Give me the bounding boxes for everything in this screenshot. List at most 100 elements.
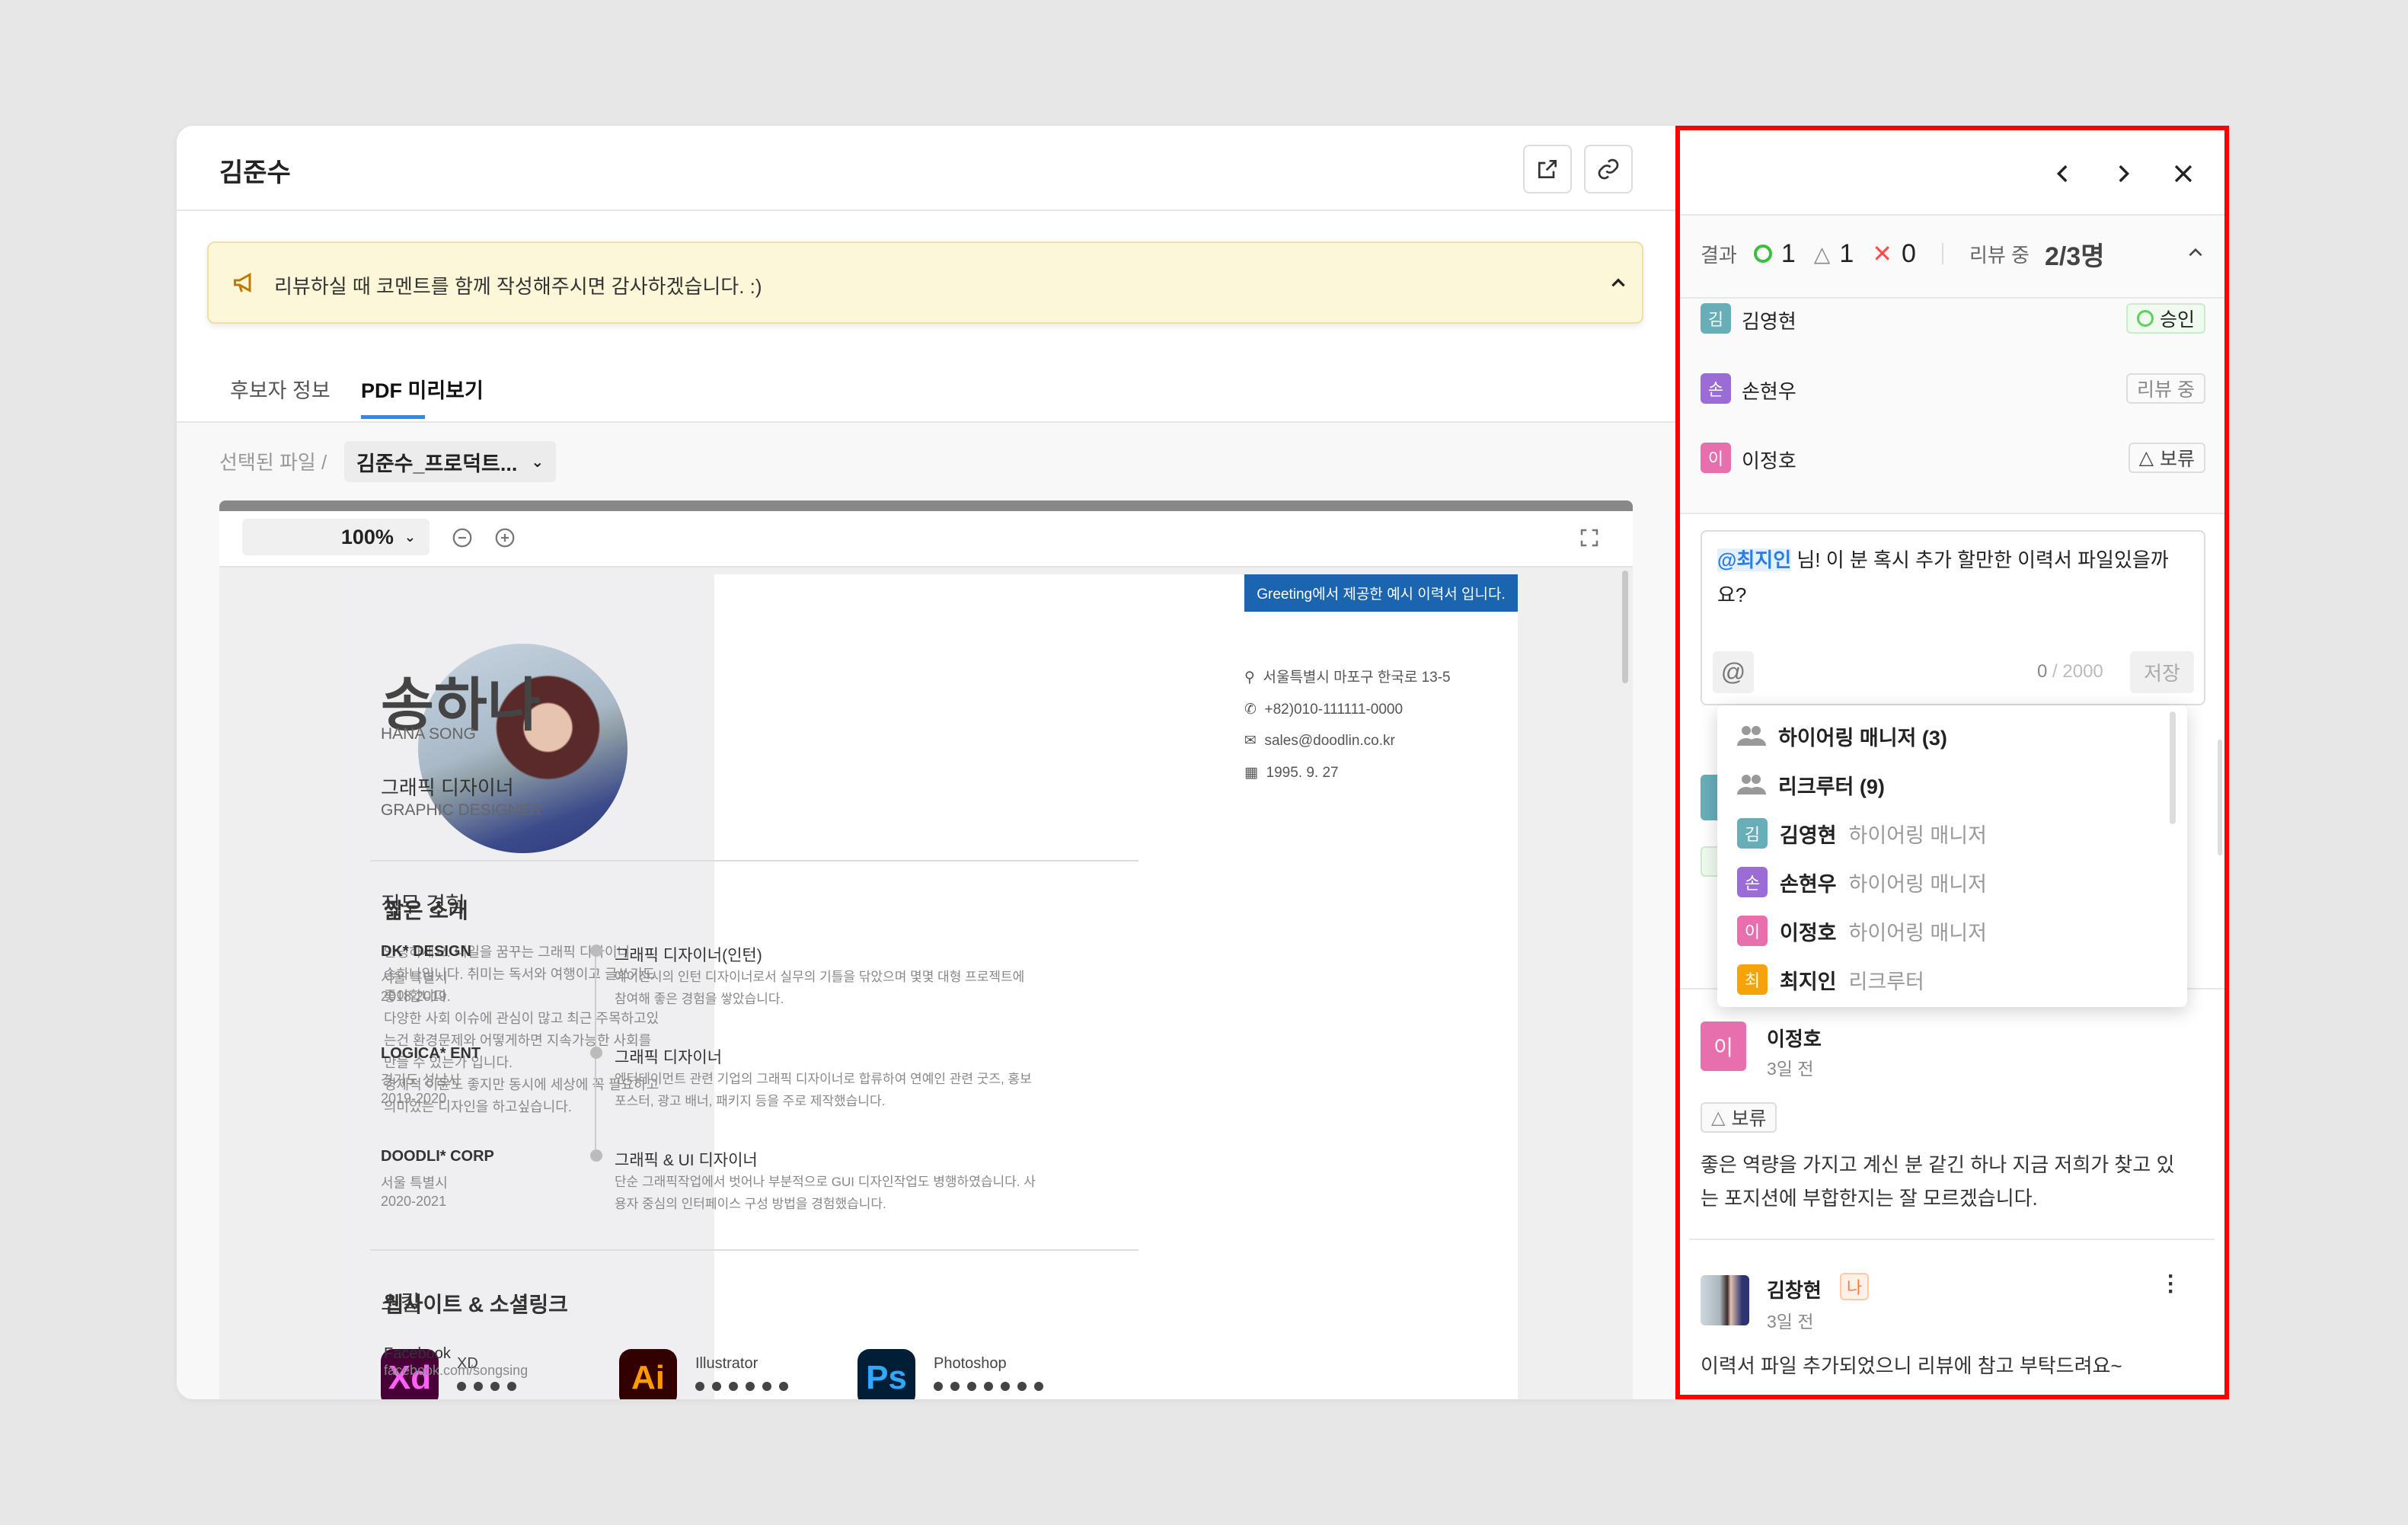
- reviewer-name: 김영현: [1742, 310, 1796, 333]
- result-label: 결과: [1701, 243, 1737, 267]
- triangle-icon: △: [1711, 1107, 1726, 1128]
- resume-name-en: HANA SONG: [381, 725, 476, 743]
- skill-logo: Ai: [619, 1349, 677, 1399]
- notice-text: 리뷰하실 때 코멘트를 함께 작성해주시면 감사하겠습니다. :): [274, 275, 762, 298]
- chevron-left-icon[interactable]: [2050, 161, 2076, 187]
- role: 그래픽 & UI 디자이너: [615, 1152, 758, 1169]
- mention-option[interactable]: 김 김영현 하이어링 매니저: [1717, 809, 2187, 858]
- hold-badge: △ 보류: [1701, 1102, 1777, 1133]
- skill-level-dot: [1001, 1382, 1010, 1391]
- role: 그래픽 디자이너(인턴): [615, 947, 762, 964]
- mention-dropdown: 하이어링 매니저 (3) 리크루터 (9) 김 김영현 하이어링 매니저 손 손현우 하이어링…: [1717, 705, 2187, 1007]
- member-role: 하이어링 매니저: [1848, 823, 1987, 847]
- skill-level-dot: [984, 1382, 993, 1391]
- zoom-in-icon[interactable]: [493, 526, 516, 549]
- comment-author: 김창현: [1767, 1279, 1822, 1302]
- chevron-up-icon[interactable]: [2186, 243, 2205, 263]
- mention-button[interactable]: @: [1713, 651, 1754, 693]
- copy-link-button[interactable]: [1584, 145, 1633, 193]
- mention-option[interactable]: 최 최지인 리크루터: [1717, 955, 2187, 1004]
- open-new-window-button[interactable]: [1523, 145, 1572, 193]
- skills-title: 스킬: [381, 1291, 420, 1315]
- skill-level-dot: [507, 1382, 516, 1391]
- skill-level-dot: [950, 1382, 960, 1391]
- comment-text: 좋은 역량을 가지고 계신 분 같긴 하나 지금 저희가 찾고 있는 포지션에 …: [1701, 1153, 2175, 1210]
- member-name: 최지인: [1780, 970, 1837, 993]
- link-icon: [1598, 158, 1619, 180]
- notice-banner: 리뷰하실 때 코멘트를 함께 작성해주시면 감사하겠습니다. :): [207, 241, 1643, 324]
- experience-item: DOODLI* CORP 서울 특별시 2020-2021 그래픽 & UI 디…: [381, 1148, 1066, 1239]
- location: 경기도 성남시: [381, 1073, 461, 1088]
- link-url[interactable]: facebook.com/songsing: [384, 1363, 528, 1379]
- approve-count: 1: [1780, 238, 1796, 268]
- close-icon[interactable]: [2170, 161, 2196, 187]
- dropdown-scrollbar[interactable]: [2170, 711, 2176, 824]
- chevron-up-icon[interactable]: [1608, 273, 1628, 293]
- contact-address: ⚲ 서울특별시 마포구 한국로 13-5: [1244, 670, 1451, 686]
- skill-item: Ai Illustrator: [619, 1349, 788, 1399]
- mention-option[interactable]: 손 손현우 하이어링 매니저: [1717, 858, 2187, 906]
- external-link-icon: [1538, 160, 1557, 178]
- skill-level-dot: [762, 1382, 771, 1391]
- more-options-icon[interactable]: · · ·: [2167, 1265, 2175, 1303]
- skill-item: Ps Photoshop: [857, 1349, 1043, 1399]
- skill-level-dot: [490, 1382, 500, 1391]
- review-summary: 결과 1 △ 1 ✕ 0 리뷰 중 2/3명: [1701, 237, 2105, 271]
- contact-email: ✉ sales@doodlin.co.kr: [1244, 733, 1395, 749]
- comment-input[interactable]: @최지인 님! 이 분 혹시 추가 할만한 이력서 파일있을까요?: [1717, 542, 2182, 612]
- social-link[interactable]: Facebook facebook.com/songsing: [384, 1345, 528, 1379]
- comment-composer[interactable]: @최지인 님! 이 분 혹시 추가 할만한 이력서 파일있을까요? @ 0 / …: [1701, 530, 2205, 705]
- experience-item: LOGICA* ENT 경기도 성남시 2019-2020 그래픽 디자이너 엔…: [381, 1045, 1066, 1137]
- reviewing-label: 리뷰 중: [1969, 243, 2030, 267]
- resume-title-en: GRAPHIC DESIGNER: [381, 801, 542, 819]
- save-button[interactable]: 저장: [2130, 651, 2194, 693]
- member-avatar: 이: [1737, 916, 1768, 946]
- chevron-right-icon[interactable]: [2110, 161, 2136, 187]
- timeline-dot: [590, 1047, 602, 1059]
- contact-phone: ✆ +82)010-111111-0000: [1244, 701, 1404, 718]
- mention-option[interactable]: 이 이정호 하이어링 매니저: [1717, 906, 2187, 955]
- tab-candidate-info[interactable]: 후보자 정보: [230, 374, 331, 404]
- skill-level-dot: [746, 1382, 755, 1391]
- hold-icon: △: [1813, 241, 1831, 266]
- reviewing-count: 2/3명: [2044, 241, 2105, 271]
- tab-pdf-preview[interactable]: PDF 미리보기: [361, 374, 484, 404]
- char-counter: 0 / 2000: [2037, 661, 2103, 682]
- skill-level-dot: [695, 1382, 704, 1391]
- zoom-out-icon[interactable]: [451, 526, 474, 549]
- mention-option[interactable]: 리크루터 (9): [1717, 760, 2187, 809]
- comment-avatar-photo: [1701, 1275, 1749, 1325]
- fullscreen-icon[interactable]: [1578, 526, 1601, 549]
- skill-level-dot: [1017, 1382, 1027, 1391]
- group-icon: [1737, 775, 1766, 794]
- at-icon: @: [1720, 658, 1746, 686]
- company: DK* DESIGN: [381, 943, 471, 960]
- mail-icon: ✉: [1244, 733, 1257, 749]
- period: 2020-2021: [381, 1194, 447, 1209]
- status-badge-approved: 승인: [2125, 303, 2205, 334]
- approve-icon: [1753, 245, 1772, 263]
- zoom-select[interactable]: 100% ⌄: [242, 519, 430, 555]
- megaphone-icon: [234, 272, 251, 293]
- file-select-dropdown[interactable]: 김준수_프로덕트... ⌄: [344, 441, 556, 482]
- experience-title: 직무 경험: [381, 893, 465, 916]
- timeline-dot: [590, 1149, 602, 1162]
- location: 서울 특별시: [381, 970, 448, 986]
- file-label: 선택된 파일 /: [219, 451, 327, 474]
- reject-count: 0: [1902, 238, 1916, 268]
- role-description: 엔터테이먼트 관련 기업의 그래픽 디자이너로 합류하여 연예인 관련 굿즈, …: [615, 1072, 1032, 1108]
- skill-level-dot: [1034, 1382, 1043, 1391]
- member-role: 하이어링 매니저: [1848, 921, 1987, 945]
- hold-count: 1: [1839, 238, 1854, 268]
- reviewer-row: 김 김영현 승인: [1701, 303, 2205, 334]
- active-tab-indicator: [361, 415, 425, 419]
- chevron-down-icon: ⌄: [531, 453, 545, 471]
- pdf-scrollbar[interactable]: [1622, 571, 1628, 683]
- calendar-icon: ▦: [1244, 764, 1258, 781]
- mention-option[interactable]: 하이어링 매니저 (3): [1717, 711, 2187, 760]
- triangle-icon: △: [2138, 447, 2154, 468]
- mention-tag: @최지인: [1717, 548, 1792, 571]
- panel-scrollbar[interactable]: [2218, 740, 2222, 855]
- reviewer-avatar: 김: [1701, 303, 1731, 334]
- divider: [370, 1249, 1139, 1251]
